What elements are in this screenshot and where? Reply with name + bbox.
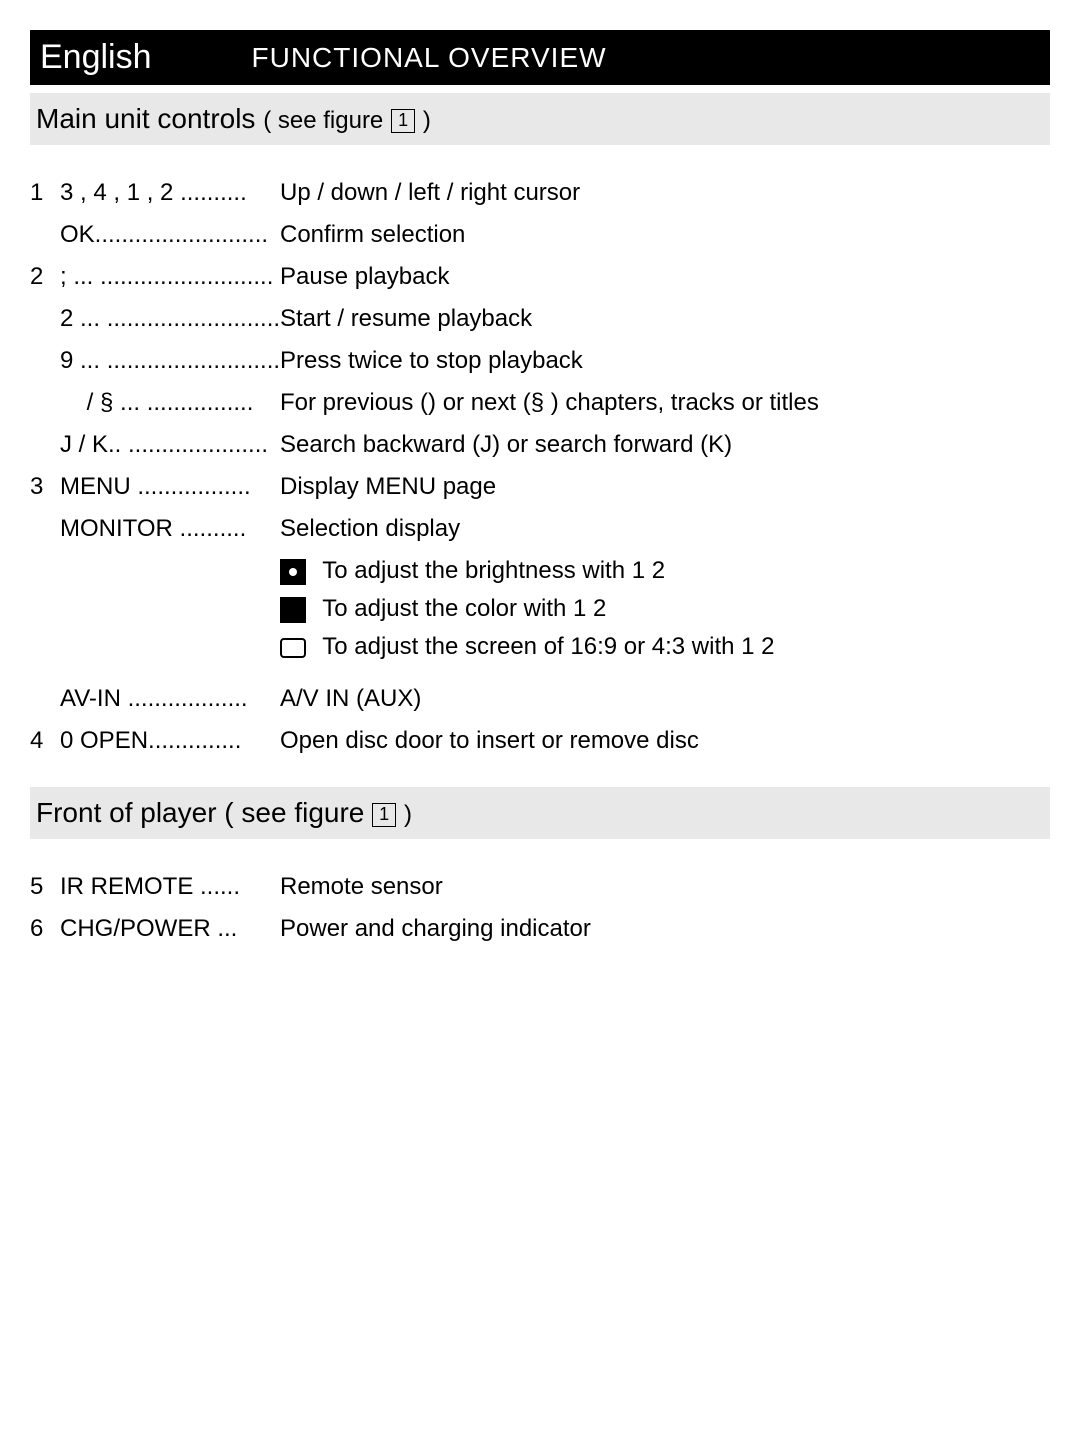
item-desc: Open disc door to insert or remove disc bbox=[280, 727, 1050, 755]
item-desc: Selection display bbox=[280, 515, 1050, 543]
item-label: MONITOR .......... bbox=[60, 515, 280, 543]
section-subtitle: ( see figure bbox=[263, 107, 383, 134]
item-label: ; ... .......................... bbox=[60, 263, 280, 291]
color-icon bbox=[280, 597, 306, 623]
item-label: OK.......................... bbox=[60, 221, 280, 249]
item-desc: Power and charging indicator bbox=[280, 915, 1050, 943]
list-item: 4 0 OPEN.............. Open disc door to… bbox=[30, 727, 1050, 755]
section-front-of-player: Front of player ( see figure 1 ) bbox=[30, 787, 1050, 839]
item-label: CHG/POWER ... bbox=[60, 915, 280, 943]
list-item: 5 IR REMOTE ...... Remote sensor bbox=[30, 873, 1050, 901]
monitor-text: To adjust the screen of 16:9 or 4:3 with… bbox=[322, 633, 774, 660]
item-label: J / K.. ..................... bbox=[60, 431, 280, 459]
item-label: MENU ................. bbox=[60, 473, 280, 501]
item-label: IR REMOTE ...... bbox=[60, 873, 280, 901]
item-desc: Up / down / left / right cursor bbox=[280, 179, 1050, 207]
figure-ref: 1 bbox=[391, 109, 415, 133]
section-title: Main unit controls bbox=[36, 103, 255, 134]
header-bar: English FUNCTIONAL OVERVIEW bbox=[30, 30, 1050, 85]
item-number: 1 bbox=[30, 179, 60, 207]
aspect-icon bbox=[280, 638, 306, 658]
item-number: 6 bbox=[30, 915, 60, 943]
list-item: J / K.. ..................... Search bac… bbox=[30, 431, 1050, 459]
item-desc: Press twice to stop playback bbox=[280, 347, 1050, 375]
list-item: 2 ; ... .......................... Pause… bbox=[30, 263, 1050, 291]
item-label: 0 OPEN.............. bbox=[60, 727, 280, 755]
monitor-text: To adjust the color with 1 2 bbox=[322, 595, 606, 622]
section-close: ) bbox=[404, 801, 412, 828]
monitor-option: To adjust the color with 1 2 bbox=[280, 595, 1050, 623]
monitor-option: To adjust the brightness with 1 2 bbox=[280, 557, 1050, 585]
list-item: OK.......................... Confirm sel… bbox=[30, 221, 1050, 249]
section-title: Front of player ( see figure bbox=[36, 797, 364, 828]
list-item: 3 MENU ................. Display MENU pa… bbox=[30, 473, 1050, 501]
item-label: 3 , 4 , 1 , 2 .......... bbox=[60, 179, 280, 207]
item-desc: For previous () or next (§ ) chapters, t… bbox=[280, 389, 1050, 417]
header-title: FUNCTIONAL OVERVIEW bbox=[252, 42, 607, 74]
figure-ref: 1 bbox=[372, 803, 396, 827]
item-desc: Search backward (J) or search forward (K… bbox=[280, 431, 1050, 459]
item-number: 3 bbox=[30, 473, 60, 501]
item-desc: Pause playback bbox=[280, 263, 1050, 291]
item-label: / § ... ................ bbox=[60, 389, 280, 417]
item-label: 9 ... .......................... bbox=[60, 347, 280, 375]
header-language: English bbox=[40, 38, 152, 77]
front-player-list: 5 IR REMOTE ...... Remote sensor 6 CHG/P… bbox=[30, 839, 1050, 967]
list-item: 2 ... .......................... Start /… bbox=[30, 305, 1050, 333]
monitor-text: To adjust the brightness with 1 2 bbox=[322, 557, 665, 584]
item-number: 4 bbox=[30, 727, 60, 755]
list-item: 6 CHG/POWER ... Power and charging indic… bbox=[30, 915, 1050, 943]
brightness-icon bbox=[280, 559, 306, 585]
item-desc: Start / resume playback bbox=[280, 305, 1050, 333]
item-label: AV-IN .................. bbox=[60, 685, 280, 713]
section-main-unit-controls: Main unit controls ( see figure 1 ) bbox=[30, 93, 1050, 145]
list-item: AV-IN .................. A/V IN (AUX) bbox=[30, 685, 1050, 713]
item-desc: Confirm selection bbox=[280, 221, 1050, 249]
item-label: 2 ... .......................... bbox=[60, 305, 280, 333]
monitor-option: To adjust the screen of 16:9 or 4:3 with… bbox=[280, 633, 1050, 661]
list-item: 9 ... .......................... Press t… bbox=[30, 347, 1050, 375]
section-close: ) bbox=[423, 107, 431, 134]
item-number: 2 bbox=[30, 263, 60, 291]
item-desc: Remote sensor bbox=[280, 873, 1050, 901]
item-desc: A/V IN (AUX) bbox=[280, 685, 1050, 713]
list-item: / § ... ................ For previous ()… bbox=[30, 389, 1050, 417]
list-item: MONITOR .......... Selection display bbox=[30, 515, 1050, 543]
list-item: 1 3 , 4 , 1 , 2 .......... Up / down / l… bbox=[30, 179, 1050, 207]
main-controls-list: 1 3 , 4 , 1 , 2 .......... Up / down / l… bbox=[30, 145, 1050, 779]
item-desc: Display MENU page bbox=[280, 473, 1050, 501]
item-number: 5 bbox=[30, 873, 60, 901]
